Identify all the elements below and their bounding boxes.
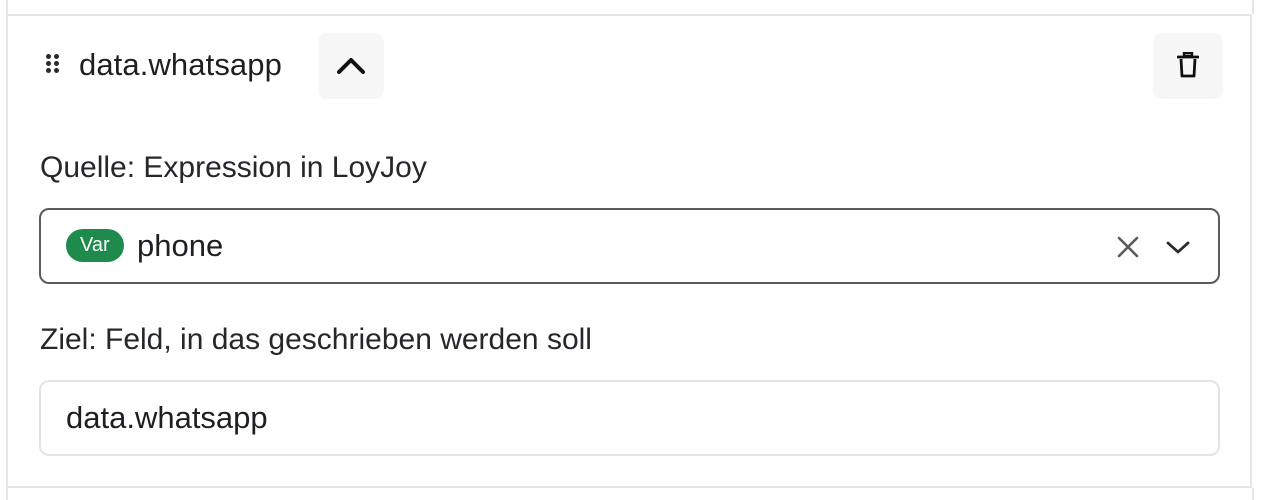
variable-badge: Var (66, 229, 124, 262)
trash-icon (1177, 52, 1199, 78)
target-label: Ziel: Feld, in das geschrieben werden so… (40, 323, 592, 356)
target-field-input[interactable] (39, 380, 1220, 456)
source-selected-value: phone (137, 228, 224, 263)
outer-border-top-left (6, 0, 8, 14)
mapping-header: data.whatsapp (40, 33, 1222, 97)
drag-handle-icon[interactable] (46, 54, 60, 74)
source-label: Quelle: Expression in LoyJoy (40, 151, 427, 184)
close-icon[interactable] (1114, 233, 1142, 261)
chevron-down-icon[interactable] (1164, 233, 1192, 261)
delete-button[interactable] (1154, 33, 1222, 97)
outer-border-top-right (1252, 0, 1254, 14)
outer-border-bottom-right (1252, 488, 1254, 500)
source-expression-select[interactable]: Var phone (39, 208, 1220, 284)
collapse-button[interactable] (319, 33, 383, 97)
outer-border-bottom-left (6, 488, 8, 500)
mapping-title: data.whatsapp (79, 47, 282, 82)
chevron-up-icon (337, 58, 365, 74)
